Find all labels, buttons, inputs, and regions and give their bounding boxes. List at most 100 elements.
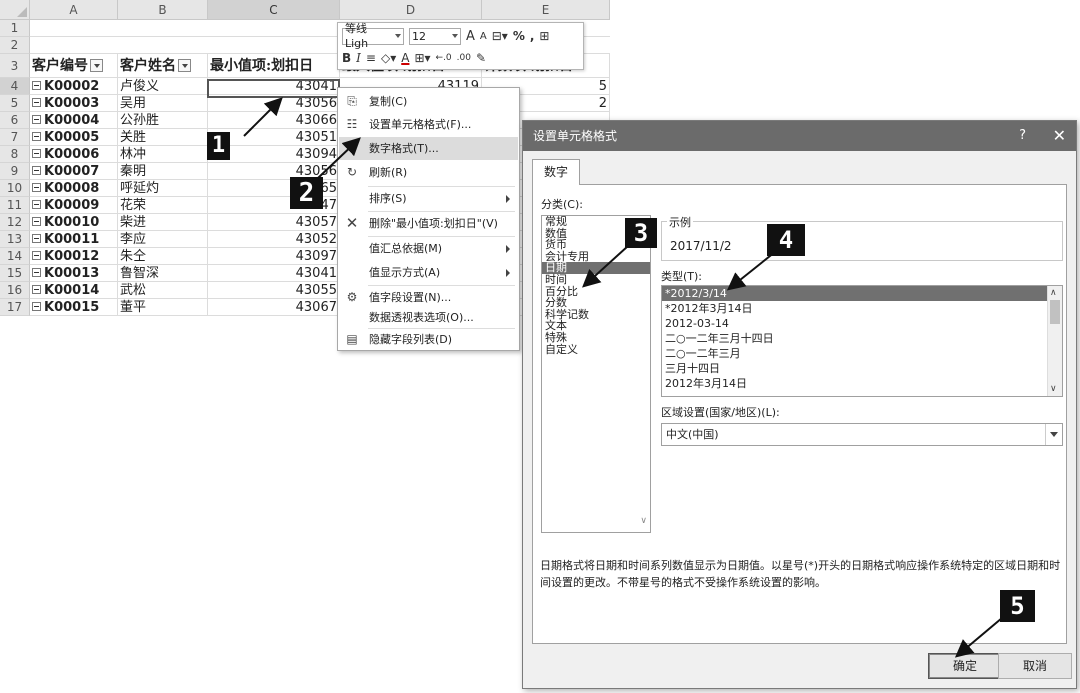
chevron-down-icon[interactable]: ∨ [1050, 384, 1057, 394]
customer-id-cell[interactable]: K00008 [30, 180, 118, 197]
customer-id-cell[interactable]: K00013 [30, 265, 118, 282]
type-item[interactable]: 二○一二年三月 [662, 346, 1048, 361]
type-list[interactable]: *2012/3/14 *2012年3月14日 2012-03-14 二○一二年三月十四… [661, 285, 1063, 397]
collapse-icon[interactable] [32, 166, 41, 175]
customer-id-cell[interactable]: K00003 [30, 95, 118, 112]
increase-font-button[interactable]: A [466, 29, 475, 44]
chevron-down-icon[interactable] [1045, 424, 1062, 445]
customer-name-cell[interactable]: 秦明 [118, 163, 208, 180]
chevron-down-icon[interactable]: ∨ [640, 516, 647, 526]
filter-dropdown-icon[interactable] [90, 58, 103, 72]
type-item[interactable]: 2012-03-14 [662, 316, 1048, 331]
menu-item-number-format[interactable]: 数字格式(T)... [339, 137, 518, 160]
collapse-icon[interactable] [32, 183, 41, 192]
row-header[interactable]: 1 [0, 20, 30, 37]
close-button[interactable]: ✕ [1053, 121, 1066, 151]
row-header[interactable]: 9 [0, 163, 30, 180]
min-date-cell[interactable]: 43057 [208, 214, 340, 231]
row-header[interactable]: 5 [0, 95, 30, 112]
row-header[interactable]: 3 [0, 54, 30, 78]
customer-name-cell[interactable]: 柴进 [118, 214, 208, 231]
customer-name-cell[interactable]: 吴用 [118, 95, 208, 112]
row-header[interactable]: 13 [0, 231, 30, 248]
customer-id-cell[interactable]: K00006 [30, 146, 118, 163]
collapse-icon[interactable] [32, 200, 41, 209]
header-cell-c[interactable]: 最小值项:划扣日 [208, 54, 340, 78]
collapse-icon[interactable] [32, 251, 41, 260]
dialog-titlebar[interactable]: 设置单元格格式 ? ✕ [523, 121, 1076, 151]
row-header[interactable]: 10 [0, 180, 30, 197]
header-cell-a[interactable]: 客户编号 [30, 54, 118, 78]
font-size-box[interactable]: 12 [409, 27, 461, 45]
customer-name-cell[interactable]: 关胜 [118, 129, 208, 146]
cancel-button[interactable]: 取消 [998, 653, 1072, 679]
customer-name-cell[interactable]: 李应 [118, 231, 208, 248]
collapse-icon[interactable] [32, 217, 41, 226]
row-header[interactable]: 12 [0, 214, 30, 231]
row-header[interactable]: 2 [0, 37, 30, 54]
min-date-cell[interactable]: 43097 [208, 248, 340, 265]
customer-id-cell[interactable]: K00010 [30, 214, 118, 231]
category-item[interactable]: 特殊 [542, 332, 650, 344]
filter-dropdown-icon[interactable] [178, 58, 191, 72]
category-item[interactable]: 自定义 [542, 343, 650, 356]
customer-name-cell[interactable]: 卢俊义 [118, 78, 208, 95]
collapse-icon[interactable] [32, 149, 41, 158]
row-header[interactable]: 11 [0, 197, 30, 214]
column-header-a[interactable]: A [30, 0, 118, 20]
percent-button[interactable]: % [513, 29, 525, 43]
font-name-box[interactable]: 等线 Ligh [342, 22, 404, 50]
fill-color-icon[interactable]: ◇▾ [381, 51, 396, 65]
menu-item-summarize[interactable]: 值汇总依据(M) [339, 237, 518, 260]
column-header-c[interactable]: C [208, 0, 340, 20]
format-painter-icon[interactable]: ✎ [476, 51, 486, 65]
customer-name-cell[interactable]: 董平 [118, 299, 208, 316]
decrease-decimal-icon[interactable]: .00 [457, 53, 471, 63]
customer-id-cell[interactable]: K00009 [30, 197, 118, 214]
row-header[interactable]: 4 [0, 78, 30, 95]
category-item[interactable]: 时间 [542, 274, 650, 286]
row-header[interactable]: 14 [0, 248, 30, 265]
scroll-thumb[interactable] [1050, 300, 1060, 324]
font-color-button[interactable]: A [401, 51, 409, 65]
row-header[interactable]: 15 [0, 265, 30, 282]
type-item[interactable]: 三月十四日 [662, 361, 1048, 376]
customer-name-cell[interactable]: 花荣 [118, 197, 208, 214]
customer-id-cell[interactable]: K00007 [30, 163, 118, 180]
min-date-cell[interactable]: 43066 [208, 112, 340, 129]
align-center-icon[interactable]: ≡ [366, 51, 376, 65]
tab-number[interactable]: 数字 [532, 159, 580, 185]
menu-item-copy[interactable]: ⎘ 复制(C) [339, 90, 518, 113]
italic-button[interactable]: I [356, 51, 361, 65]
category-item[interactable]: 分数 [542, 297, 650, 309]
accounting-format-icon[interactable]: ⊟▾ [492, 29, 508, 43]
menu-item-refresh[interactable]: ↻ 刷新(R) [339, 161, 518, 184]
min-date-cell[interactable]: 43041 [208, 265, 340, 282]
collapse-icon[interactable] [32, 81, 41, 90]
decrease-font-button[interactable]: A [480, 31, 487, 42]
bold-button[interactable]: B [342, 51, 351, 65]
row-header[interactable]: 17 [0, 299, 30, 316]
min-date-cell[interactable]: 43041 [208, 78, 340, 95]
chevron-up-icon[interactable]: ∧ [1050, 288, 1057, 298]
row-header[interactable]: 7 [0, 129, 30, 146]
menu-item-format-cells[interactable]: ☷ 设置单元格格式(F)... [339, 113, 518, 136]
customer-id-cell[interactable]: K00004 [30, 112, 118, 129]
row-header[interactable]: 16 [0, 282, 30, 299]
category-list[interactable]: 常规 数值 货币 会计专用 日期 时间 百分比 分数 科学记数 文本 特殊 自定义 ∨ [541, 215, 651, 533]
customer-name-cell[interactable]: 呼延灼 [118, 180, 208, 197]
min-date-cell[interactable]: 43056 [208, 95, 340, 112]
collapse-icon[interactable] [32, 268, 41, 277]
type-item[interactable]: *2012/3/14 [662, 286, 1048, 301]
collapse-icon[interactable] [32, 98, 41, 107]
customer-name-cell[interactable]: 朱仝 [118, 248, 208, 265]
customer-name-cell[interactable]: 林冲 [118, 146, 208, 163]
collapse-icon[interactable] [32, 285, 41, 294]
collapse-icon[interactable] [32, 234, 41, 243]
column-header-e[interactable]: E [482, 0, 610, 20]
column-header-b[interactable]: B [118, 0, 208, 20]
menu-item-hide-field-list[interactable]: ▤ 隐藏字段列表(D) [339, 328, 518, 351]
collapse-icon[interactable] [32, 115, 41, 124]
menu-item-pivot-options[interactable]: 数据透视表选项(O)... [339, 306, 518, 329]
collapse-icon[interactable] [32, 302, 41, 311]
